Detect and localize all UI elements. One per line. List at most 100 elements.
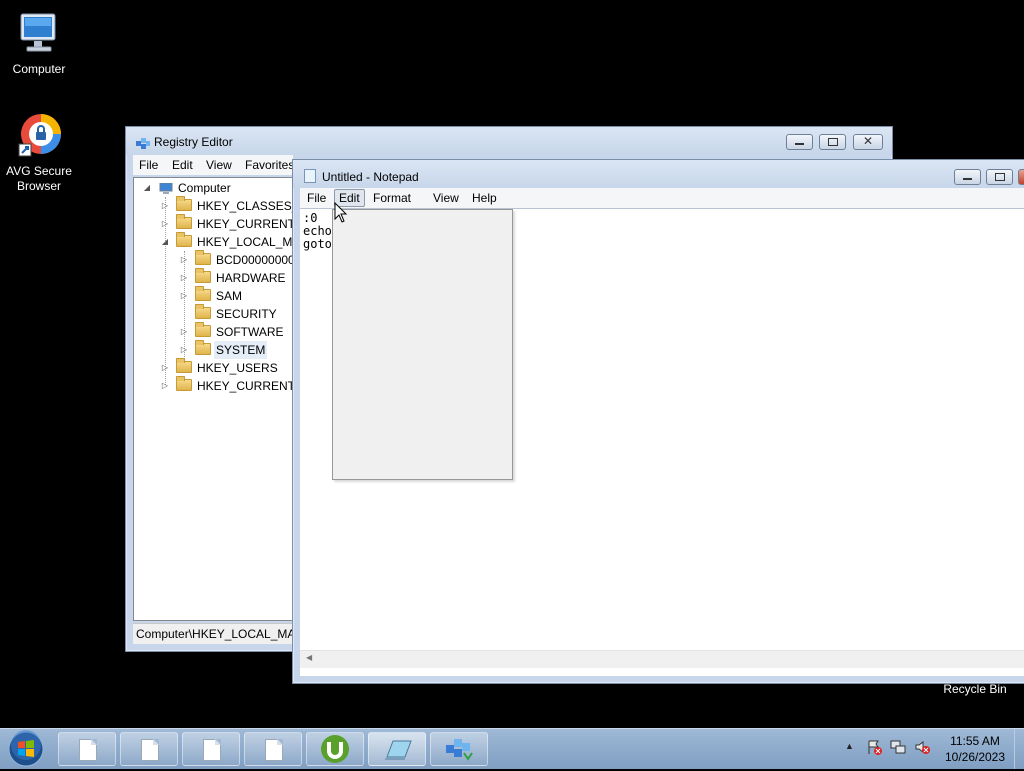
edit-menu-dropdown[interactable] [332, 209, 513, 480]
tree-item-label: SAM [216, 289, 243, 303]
document-icon [203, 739, 221, 761]
tree-item-label: Computer [178, 181, 231, 195]
tray-overflow-arrow-icon[interactable]: ▲ [845, 741, 854, 751]
folder-icon [195, 322, 211, 337]
desktop-icon-avg-secure-browser[interactable]: AVG Secure Browser [1, 112, 77, 194]
notepad-icon [385, 740, 412, 760]
folder-icon [176, 196, 192, 211]
regedit-close-button[interactable]: ✕ [853, 134, 883, 150]
close-icon: ✕ [863, 134, 874, 148]
folder-icon [176, 358, 192, 373]
regedit-menu-file[interactable]: File [135, 157, 162, 173]
taskbar-button-registry-editor[interactable] [430, 732, 488, 766]
minimize-icon [795, 143, 804, 145]
desktop-icon-label: AVG Secure Browser [6, 164, 72, 193]
notepad-minimize-button[interactable] [954, 169, 981, 185]
mouse-cursor-icon [334, 201, 348, 227]
regedit-icon [446, 739, 473, 761]
expand-arrow-icon[interactable]: ▷ [160, 197, 170, 215]
tree-item-label: SYSTEM [214, 341, 268, 359]
regedit-status-path: Computer\HKEY_LOCAL_MAC [136, 627, 305, 641]
windows-orb-icon [8, 730, 44, 767]
notepad-line-3: goto [303, 237, 332, 251]
collapse-arrow-icon[interactable]: ◢ [160, 233, 170, 251]
regedit-titlebar[interactable]: Registry Editor ✕ [126, 127, 892, 155]
utorrent-icon [321, 735, 349, 763]
expand-arrow-icon[interactable]: ▷ [160, 377, 170, 395]
regedit-statusbar: Computer\HKEY_LOCAL_MAC [133, 623, 304, 644]
regedit-menu-favorites[interactable]: Favorites [241, 157, 298, 173]
tree-item-label: HKEY_LOCAL_MA [197, 235, 301, 249]
regedit-title: Registry Editor [154, 135, 233, 149]
notepad-menu-view[interactable]: View [429, 190, 463, 206]
tree-item-label: SOFTWARE [216, 325, 284, 339]
expand-arrow-icon[interactable]: ▷ [179, 287, 189, 305]
notepad-title: Untitled - Notepad [322, 170, 419, 184]
scroll-left-arrow-icon[interactable]: ◀ [306, 653, 312, 662]
avg-browser-icon [15, 112, 63, 160]
folder-icon [195, 286, 211, 301]
network-icon[interactable] [890, 739, 906, 755]
start-button[interactable] [6, 730, 46, 768]
regedit-app-icon [135, 136, 151, 155]
expand-arrow-icon[interactable]: ▷ [179, 341, 189, 359]
taskbar-button-document-4[interactable] [244, 732, 302, 766]
desktop-icon-recycle-bin[interactable]: Recycle Bin [937, 682, 1013, 697]
document-icon [265, 739, 283, 761]
notepad-maximize-button[interactable] [986, 169, 1013, 185]
taskbar-button-document-1[interactable] [58, 732, 116, 766]
restore-icon [995, 173, 1005, 181]
computer-small-icon [158, 182, 174, 194]
taskbar-button-document-2[interactable] [120, 732, 178, 766]
clock-date[interactable]: 10/26/2023 [940, 750, 1010, 764]
tree-item-label: BCD00000000 [216, 253, 295, 267]
taskbar-button-utorrent[interactable] [306, 732, 364, 766]
notepad-menu-help[interactable]: Help [468, 190, 501, 206]
notepad-window: Untitled - Notepad File Edit Format View… [292, 159, 1024, 684]
folder-icon [176, 376, 192, 391]
notepad-menubar: File Edit Format View Help [300, 188, 1024, 208]
regedit-menu-edit[interactable]: Edit [168, 157, 197, 173]
tree-item-label: SECURITY [216, 307, 277, 321]
regedit-menubar: File Edit View Favorites [133, 155, 294, 175]
folder-icon [195, 304, 211, 319]
notepad-titlebar[interactable]: Untitled - Notepad [293, 160, 1024, 188]
volume-muted-icon[interactable] [914, 739, 930, 755]
desktop-icon-computer[interactable]: Computer [1, 10, 77, 77]
expand-arrow-icon[interactable]: ▷ [179, 251, 189, 269]
notepad-menu-format[interactable]: Format [369, 190, 415, 206]
taskbar-button-notepad[interactable] [368, 732, 426, 766]
expand-arrow-icon[interactable]: ▷ [160, 359, 170, 377]
registry-tree-pane[interactable]: ◢ Computer ▷ HKEY_CLASSES_RO ▷ HKEY_CURR… [133, 177, 316, 621]
taskbar: ▲ 11:55 AM 10/26/2023 [0, 728, 1024, 769]
notepad-app-icon [304, 169, 316, 183]
folder-icon [195, 268, 211, 283]
taskbar-button-document-3[interactable] [182, 732, 240, 766]
collapse-arrow-icon[interactable]: ◢ [142, 179, 152, 197]
folder-open-icon [176, 232, 192, 247]
tree-item-label: HARDWARE [216, 271, 286, 285]
restore-icon [828, 138, 838, 146]
minimize-icon [963, 178, 972, 180]
show-desktop-button[interactable] [1014, 729, 1024, 769]
desktop-icon-label: Recycle Bin [943, 682, 1007, 696]
notepad-close-button[interactable] [1018, 169, 1024, 185]
horizontal-scrollbar[interactable]: ◀ [300, 650, 1024, 668]
folder-icon [195, 250, 211, 265]
notepad-menu-file[interactable]: File [303, 190, 330, 206]
regedit-maximize-button[interactable] [819, 134, 846, 150]
action-center-flag-icon[interactable] [866, 739, 882, 755]
expand-arrow-icon[interactable]: ▷ [179, 269, 189, 287]
tree-item-label: HKEY_USERS [197, 361, 278, 375]
folder-icon [176, 214, 192, 229]
regedit-menu-view[interactable]: View [202, 157, 236, 173]
document-icon [141, 739, 159, 761]
regedit-minimize-button[interactable] [786, 134, 813, 150]
computer-icon [15, 10, 63, 58]
expand-arrow-icon[interactable]: ▷ [179, 323, 189, 341]
folder-icon [195, 340, 211, 355]
desktop-icon-label: Computer [12, 62, 66, 76]
clock-time[interactable]: 11:55 AM [940, 734, 1010, 748]
document-icon [79, 739, 97, 761]
expand-arrow-icon[interactable]: ▷ [160, 215, 170, 233]
